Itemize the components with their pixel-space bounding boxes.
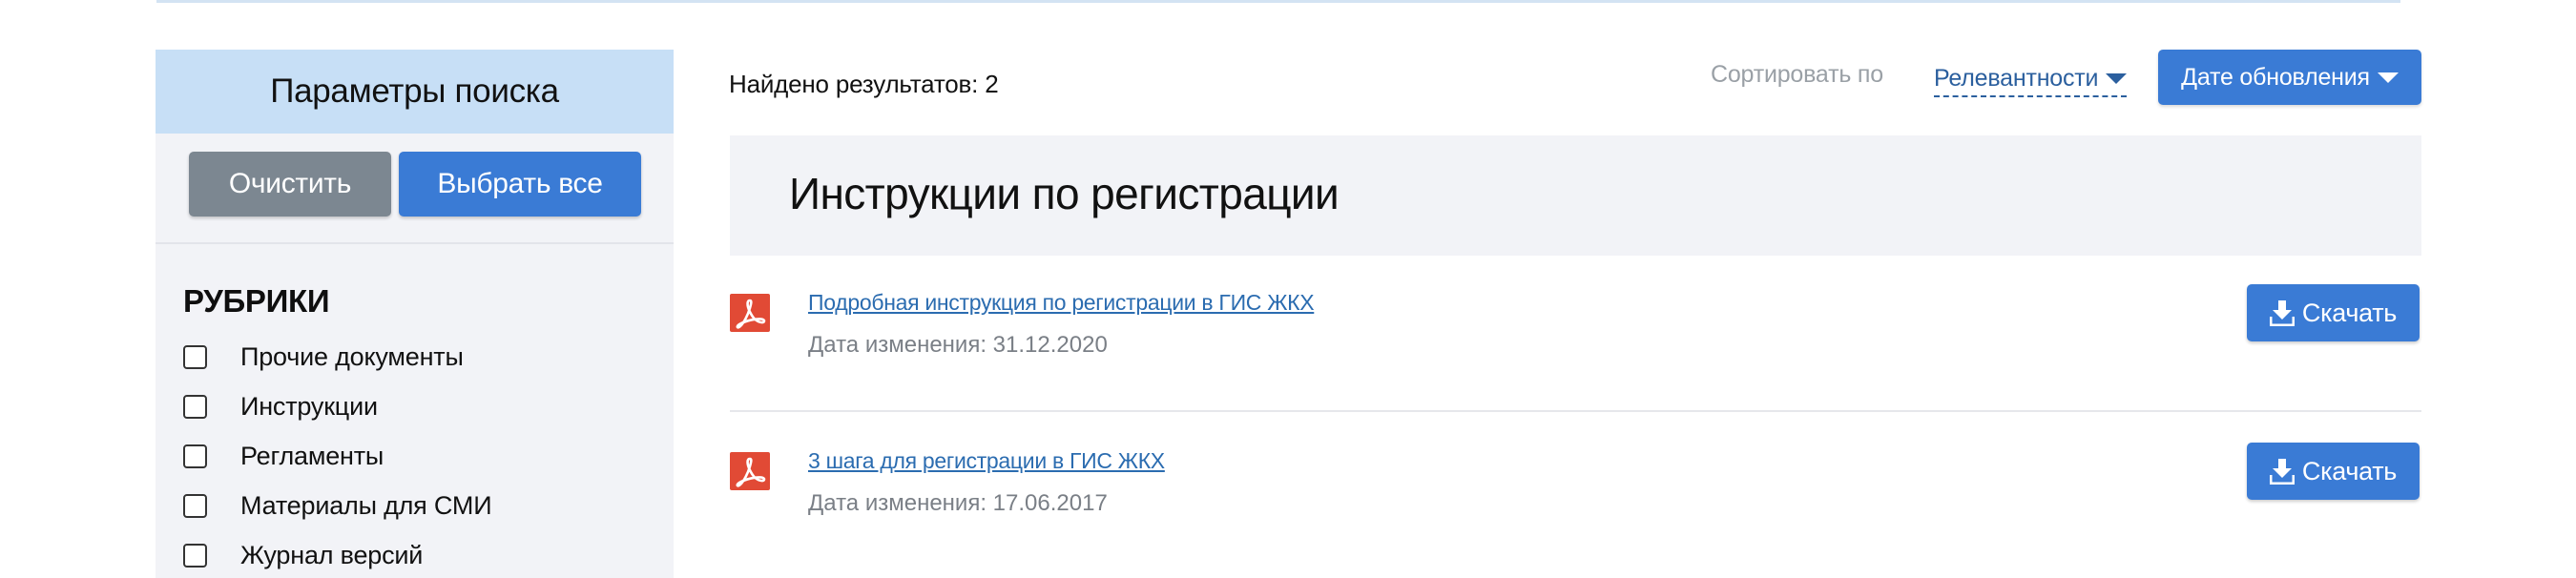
rubric-checkbox[interactable] <box>183 543 207 568</box>
download-button[interactable]: Скачать <box>2247 443 2420 500</box>
sort-label: Сортировать по <box>1711 61 1883 88</box>
download-label: Скачать <box>2301 298 2398 327</box>
document-date: Дата изменения: 31.12.2020 <box>808 332 1108 359</box>
document-date: Дата изменения: 17.06.2017 <box>808 490 1108 517</box>
document-row: 3 шага для регистрации в ГИС ЖКХ Дата из… <box>730 435 2421 549</box>
section-header: Инструкции по регистрации <box>730 135 2421 256</box>
document-date-label: Дата изменения: <box>808 490 987 516</box>
sidebar-actions: Очистить Выбрать все <box>156 134 674 244</box>
sidebar-header: Параметры поиска <box>156 50 674 134</box>
rubrics-list: Прочие документы Инструкции Регламенты М… <box>183 332 492 578</box>
download-icon <box>2269 300 2295 326</box>
clear-button[interactable]: Очистить <box>189 152 391 217</box>
section-title: Инструкции по регистрации <box>789 169 1340 218</box>
rubric-label: Регламенты <box>240 441 384 470</box>
document-row: Подробная инструкция по регистрации в ГИ… <box>730 277 2421 412</box>
rubric-item-other-docs[interactable]: Прочие документы <box>183 332 491 382</box>
rubric-item-instructions[interactable]: Инструкции <box>183 382 491 431</box>
document-link[interactable]: 3 шага для регистрации в ГИС ЖКХ <box>808 448 1165 474</box>
rubric-label: Инструкции <box>240 391 378 421</box>
sort-date-label: Дате обновления <box>2181 63 2370 91</box>
download-button[interactable]: Скачать <box>2247 284 2420 341</box>
results-count: Найдено результатов: 2 <box>729 70 999 99</box>
sort-relevance-label: Релевантности <box>1934 64 2099 92</box>
rubric-label: Материалы для СМИ <box>240 490 492 520</box>
results-count-value: 2 <box>985 70 999 98</box>
top-divider <box>156 0 2400 3</box>
document-link[interactable]: Подробная инструкция по регистрации в ГИ… <box>808 290 1315 316</box>
rubric-item-media[interactable]: Материалы для СМИ <box>183 481 492 530</box>
document-date-value: 17.06.2017 <box>992 490 1108 516</box>
search-params-sidebar: Параметры поиска Очистить Выбрать все РУ… <box>156 50 674 578</box>
caret-down-icon <box>2106 72 2128 84</box>
rubric-checkbox[interactable] <box>183 444 207 468</box>
caret-down-icon <box>2377 72 2399 83</box>
document-date-value: 31.12.2020 <box>992 332 1108 358</box>
pdf-icon <box>730 452 770 490</box>
rubrics-heading: РУБРИКИ <box>183 283 330 319</box>
download-label: Скачать <box>2301 456 2398 485</box>
rubric-label: Журнал версий <box>240 540 424 569</box>
rubric-checkbox[interactable] <box>183 344 207 369</box>
document-date-label: Дата изменения: <box>808 332 987 358</box>
rubric-item-regulations[interactable]: Регламенты <box>183 431 491 481</box>
rubric-label: Прочие документы <box>240 341 464 371</box>
results-count-label: Найдено результатов: <box>729 70 979 98</box>
rubric-checkbox[interactable] <box>183 394 207 419</box>
rubric-checkbox[interactable] <box>183 493 207 518</box>
sort-by-date-button[interactable]: Дате обновления <box>2158 50 2421 105</box>
select-all-button[interactable]: Выбрать все <box>399 152 641 217</box>
sort-by-relevance[interactable]: Релевантности <box>1934 61 2128 97</box>
pdf-icon <box>730 294 770 332</box>
sidebar-title: Параметры поиска <box>270 72 559 110</box>
rubric-item-versions-log[interactable]: Журнал версий <box>183 530 491 578</box>
download-icon <box>2269 459 2295 485</box>
